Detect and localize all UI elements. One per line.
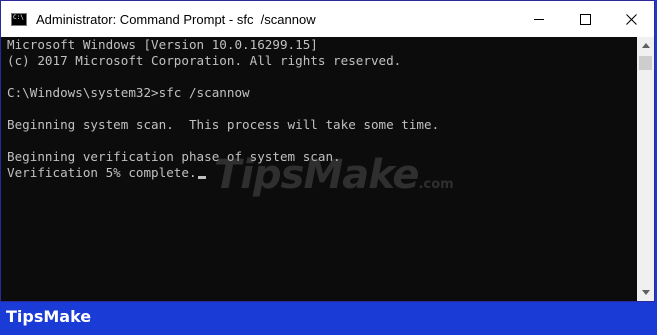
title-bar[interactable]: C:\ Administrator: Command Prompt - sfc …	[1, 1, 654, 37]
window-controls	[516, 1, 654, 37]
vertical-scrollbar[interactable]	[637, 37, 654, 301]
footer-brand: TipsMake	[6, 307, 92, 326]
console-line: (c) 2017 Microsoft Corporation. All righ…	[7, 53, 402, 68]
close-button[interactable]	[608, 1, 654, 37]
console-line: C:\Windows\system32>sfc /scannow	[7, 85, 250, 100]
minimize-button[interactable]	[516, 1, 562, 37]
scroll-up-button[interactable]	[637, 37, 654, 54]
close-icon	[625, 13, 637, 25]
maximize-icon	[579, 13, 591, 25]
console-line-progress: Verification 5% complete.	[7, 165, 637, 181]
command-prompt-window: C:\ Administrator: Command Prompt - sfc …	[0, 0, 655, 302]
console-line: Beginning verification phase of system s…	[7, 149, 341, 164]
cmd-icon[interactable]: C:\	[11, 12, 27, 26]
console-line: Beginning system scan. This process will…	[7, 117, 440, 132]
minimize-icon	[533, 18, 544, 20]
chevron-up-icon	[641, 43, 650, 48]
progress-text: Verification 5% complete.	[7, 165, 197, 180]
maximize-button[interactable]	[562, 1, 608, 37]
console-line: Microsoft Windows [Version 10.0.16299.15…	[7, 37, 318, 52]
scroll-down-button[interactable]	[637, 284, 654, 301]
console-output[interactable]: Microsoft Windows [Version 10.0.16299.15…	[1, 37, 637, 301]
chevron-down-icon	[641, 290, 650, 295]
window-title: Administrator: Command Prompt - sfc /sca…	[36, 11, 316, 27]
text-cursor	[197, 176, 206, 179]
scrollbar-thumb[interactable]	[639, 56, 652, 70]
